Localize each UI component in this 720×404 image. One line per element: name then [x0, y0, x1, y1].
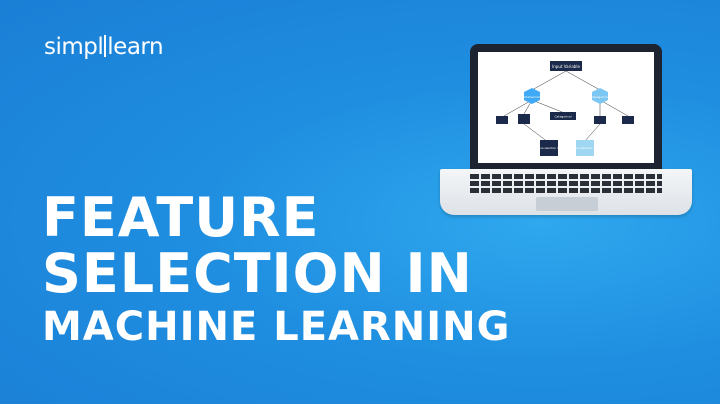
laptop-trackpad	[536, 197, 598, 211]
laptop-illustration: Input Variable Numerical Categorical Cat…	[440, 44, 692, 216]
laptop-keyboard	[470, 174, 662, 195]
diagram-left-result-label: Feature selection result	[534, 146, 564, 150]
diagram-leaf-1	[496, 116, 508, 124]
logo-text-left: simpl	[44, 34, 104, 60]
diagram-top-label: Input Variable	[552, 64, 580, 69]
diagram-right-result-label: Feature selection result	[570, 146, 600, 150]
diagram-leaf-3	[594, 116, 606, 124]
laptop-screen: Input Variable Numerical Categorical Cat…	[470, 44, 662, 169]
headline-line-2: SELECTION IN	[42, 242, 473, 305]
feature-diagram: Input Variable Numerical Categorical Cat…	[496, 61, 634, 156]
diagram-center-label: Categorical	[554, 115, 571, 119]
logo-text-right: learn	[107, 34, 164, 60]
diagram-leaf-2	[518, 114, 530, 124]
diagram-leaf-4	[622, 116, 634, 124]
diagram-left-hex-label: Numerical	[524, 95, 539, 99]
laptop-display: Input Variable Numerical Categorical Cat…	[478, 52, 654, 163]
diagram-right-hex-label: Categorical	[591, 95, 608, 99]
brand-logo: simpl learn	[44, 34, 164, 60]
logo-bar	[104, 35, 107, 57]
headline-line-3: MACHINE LEARNING	[42, 304, 511, 350]
laptop-base	[440, 169, 692, 215]
